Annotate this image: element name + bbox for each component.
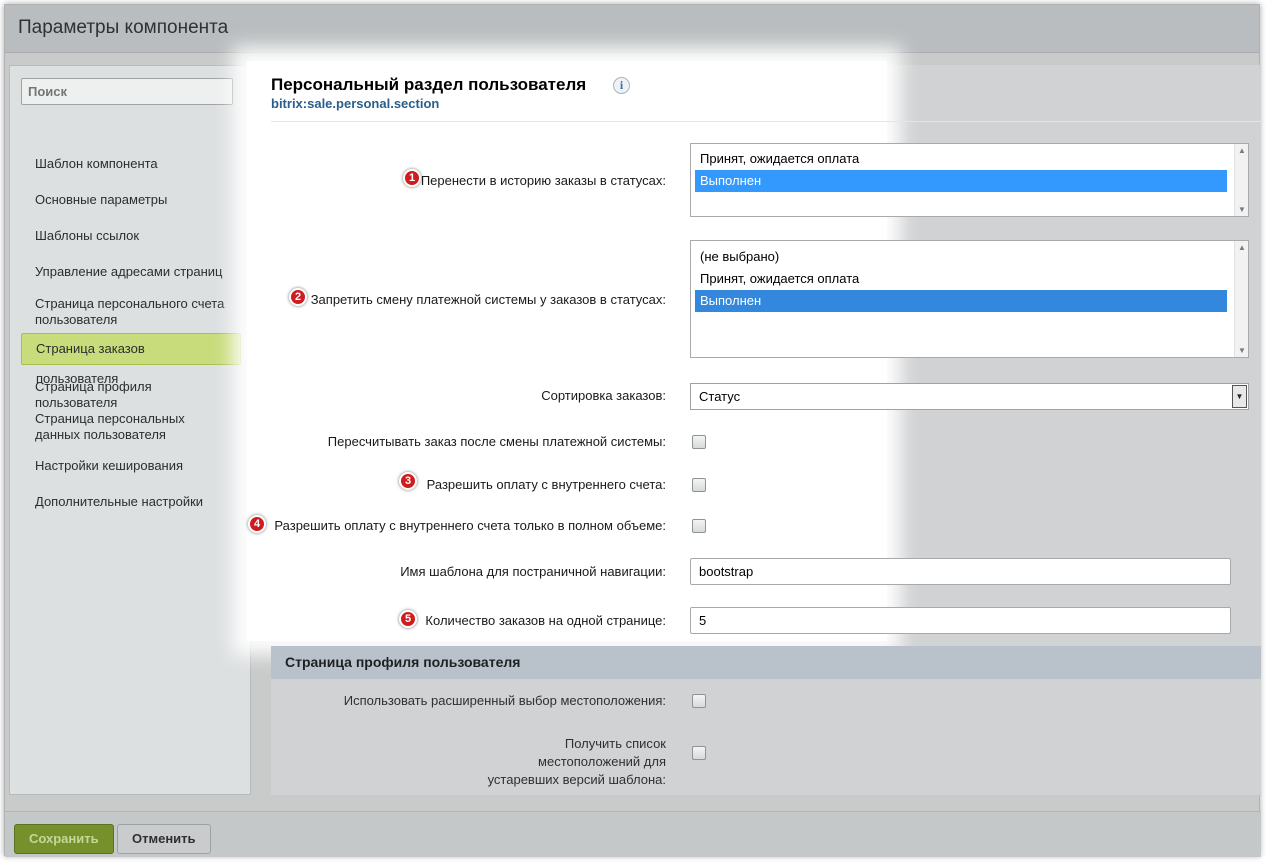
sidebar-item-component-template[interactable]: Шаблон компонента xyxy=(21,156,241,172)
recalc-order-label: Пересчитывать заказ после смены платежно… xyxy=(327,434,666,449)
sidebar-item-url-management[interactable]: Управление адресами страниц xyxy=(21,264,241,280)
legacy-locations-checkbox[interactable] xyxy=(692,746,706,760)
component-code: bitrix:sale.personal.section xyxy=(271,96,440,111)
listbox-option-selected[interactable]: Выполнен xyxy=(695,170,1227,192)
nav-template-label: Имя шаблона для постраничной навигации: xyxy=(400,564,666,579)
allow-inner-pay-full-checkbox[interactable] xyxy=(692,519,706,533)
sidebar-item-user-profile[interactable]: Страница профиля пользователя xyxy=(21,379,241,411)
sort-orders-select[interactable]: Статус ▼ xyxy=(690,383,1249,410)
annotation-badge-3: 3 xyxy=(399,472,417,490)
allow-inner-pay-label: Разрешить оплату с внутреннего счета: xyxy=(426,477,666,492)
legacy-locations-label: Получить список местоположений для устар… xyxy=(487,736,666,787)
save-button[interactable]: Сохранить xyxy=(14,824,114,854)
title-bar: Параметры компонента xyxy=(5,5,1259,53)
recalc-order-checkbox[interactable] xyxy=(692,435,706,449)
scrollbar[interactable]: ▲ ▼ xyxy=(1234,241,1248,357)
nav-template-input[interactable] xyxy=(690,558,1231,585)
search-input[interactable] xyxy=(21,78,233,105)
annotation-badge-1: 1 xyxy=(403,169,421,187)
orders-per-page-label: Количество заказов на одной странице: xyxy=(425,613,666,628)
allow-inner-pay-checkbox[interactable] xyxy=(692,478,706,492)
listbox-option[interactable]: Принят, ожидается оплата xyxy=(695,268,1227,290)
sidebar: Шаблон компонента Основные параметры Шаб… xyxy=(9,65,251,795)
history-statuses-label: Перенести в историю заказы в статусах: xyxy=(420,173,666,188)
info-icon[interactable]: i xyxy=(613,77,630,94)
listbox-option[interactable]: Принят, ожидается оплата xyxy=(695,148,1227,170)
cancel-button[interactable]: Отменить xyxy=(117,824,211,854)
scroll-down-icon[interactable]: ▼ xyxy=(1238,346,1246,355)
extended-location-checkbox[interactable] xyxy=(692,694,706,708)
sidebar-item-personal-data[interactable]: Страница персональных данных пользовател… xyxy=(21,411,241,443)
section-header-user-profile: Страница профиля пользователя xyxy=(271,646,1261,679)
scroll-up-icon[interactable]: ▲ xyxy=(1238,146,1246,155)
sidebar-item-caching[interactable]: Настройки кеширования xyxy=(21,458,241,474)
sort-orders-label: Сортировка заказов: xyxy=(541,388,666,403)
dialog-title: Параметры компонента xyxy=(18,17,229,38)
extended-location-label: Использовать расширенный выбор местополо… xyxy=(343,693,666,708)
history-statuses-listbox[interactable]: Принят, ожидается оплата Выполнен ▲ ▼ xyxy=(690,143,1249,217)
listbox-option[interactable]: (не выбрано) xyxy=(695,246,1227,268)
sidebar-item-user-orders[interactable]: Страница заказов пользователя xyxy=(21,333,241,386)
allow-inner-pay-full-label: Разрешить оплату с внутреннего счета тол… xyxy=(274,518,666,533)
divider xyxy=(271,121,1261,122)
sidebar-item-basic-params[interactable]: Основные параметры xyxy=(21,192,241,208)
sidebar-item-link-templates[interactable]: Шаблоны ссылок xyxy=(21,228,241,244)
annotation-badge-5: 5 xyxy=(399,610,417,628)
footer-bar: Сохранить Отменить xyxy=(5,811,1261,857)
listbox-option-selected[interactable]: Выполнен xyxy=(695,290,1227,312)
scroll-down-icon[interactable]: ▼ xyxy=(1238,205,1246,214)
annotation-badge-2: 2 xyxy=(289,288,307,306)
page-title: Персональный раздел пользователя xyxy=(271,75,587,94)
scroll-up-icon[interactable]: ▲ xyxy=(1238,243,1246,252)
forbid-payment-change-listbox[interactable]: (не выбрано) Принят, ожидается оплата Вы… xyxy=(690,240,1249,358)
orders-per-page-input[interactable] xyxy=(690,607,1231,634)
sidebar-item-personal-account[interactable]: Страница персонального счета пользовател… xyxy=(21,296,241,328)
sort-orders-value: Статус xyxy=(699,389,741,404)
scrollbar[interactable]: ▲ ▼ xyxy=(1234,144,1248,216)
sidebar-item-additional[interactable]: Дополнительные настройки xyxy=(21,494,241,510)
annotation-badge-4: 4 xyxy=(248,515,266,533)
dropdown-arrow-icon[interactable]: ▼ xyxy=(1232,385,1247,408)
